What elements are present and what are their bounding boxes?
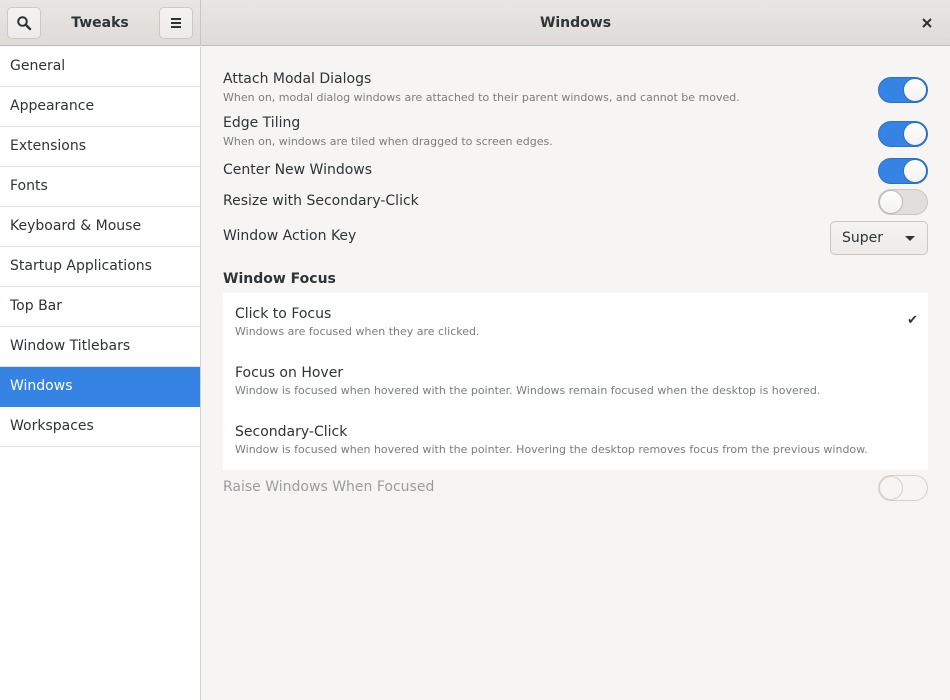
sidebar-item-appearance[interactable]: Appearance [0, 87, 200, 127]
edge-tiling-label: Edge Tiling [223, 115, 301, 131]
center-new-windows-label: Center New Windows [223, 162, 373, 178]
switch-knob [903, 78, 927, 102]
sidebar-item-extensions[interactable]: Extensions [0, 127, 200, 167]
page-title: Windows [539, 15, 612, 31]
sidebar-item-fonts[interactable]: Fonts [0, 167, 200, 207]
sidebar-item-top-bar[interactable]: Top Bar [0, 287, 200, 327]
attach-modal-dialogs-switch[interactable] [878, 77, 928, 103]
focus-option-click-to-focus[interactable]: Click to Focus Windows are focused when … [223, 293, 928, 352]
raise-windows-row: Raise Windows When Focused [223, 475, 928, 507]
window-action-key-label: Window Action Key [223, 228, 357, 244]
raise-windows-label: Raise Windows When Focused [223, 479, 435, 495]
focus-option-focus-on-hover[interactable]: Focus on Hover Window is focused when ho… [223, 352, 928, 411]
resize-secondary-click-switch[interactable] [878, 189, 928, 215]
switch-knob [879, 190, 903, 214]
attach-modal-dialogs-label: Attach Modal Dialogs [223, 71, 372, 87]
focus-option-description: Window is focused when hovered with the … [235, 443, 868, 456]
header-bar: Tweaks Windows [0, 0, 950, 46]
window-action-key-row: Window Action Key Super [223, 221, 928, 262]
sidebar-item-startup-applications[interactable]: Startup Applications [0, 247, 200, 287]
switch-knob [879, 476, 903, 500]
sidebar-item-general[interactable]: General [0, 47, 200, 87]
app-title: Tweaks [71, 15, 129, 31]
sidebar-header: Tweaks [0, 0, 201, 46]
sidebar: General Appearance Extensions Fonts Keyb… [0, 47, 201, 700]
edge-tiling-switch[interactable] [878, 121, 928, 147]
center-new-windows-row: Center New Windows [223, 158, 928, 190]
window-action-key-value: Super [842, 230, 884, 246]
sidebar-item-workspaces[interactable]: Workspaces [0, 407, 200, 447]
raise-windows-switch[interactable] [878, 475, 928, 501]
center-new-windows-switch[interactable] [878, 158, 928, 184]
edge-tiling-description: When on, windows are tiled when dragged … [223, 135, 553, 148]
hamburger-menu-icon [171, 18, 181, 28]
edge-tiling-row: Edge Tiling When on, windows are tiled w… [223, 115, 928, 155]
switch-knob [903, 159, 927, 183]
focus-option-title: Focus on Hover [235, 365, 344, 381]
window-focus-heading: Window Focus [223, 271, 336, 287]
search-button[interactable] [7, 7, 41, 39]
checkmark-icon: ✔ [907, 313, 918, 328]
focus-option-description: Windows are focused when they are clicke… [235, 325, 480, 338]
switch-knob [903, 122, 927, 146]
search-icon [17, 16, 32, 31]
window-action-key-dropdown[interactable]: Super [830, 221, 928, 255]
focus-option-title: Secondary-Click [235, 424, 348, 440]
window-focus-list: Click to Focus Windows are focused when … [223, 293, 928, 470]
dropdown-arrow-icon [905, 236, 915, 241]
focus-option-title: Click to Focus [235, 306, 332, 322]
menu-button[interactable] [159, 7, 193, 39]
sidebar-item-windows[interactable]: Windows [0, 367, 200, 407]
attach-modal-dialogs-row: Attach Modal Dialogs When on, modal dial… [223, 71, 928, 111]
sidebar-item-keyboard-mouse[interactable]: Keyboard & Mouse [0, 207, 200, 247]
focus-option-description: Window is focused when hovered with the … [235, 384, 821, 397]
close-button[interactable] [918, 14, 936, 32]
settings-panel: Attach Modal Dialogs When on, modal dial… [201, 47, 950, 700]
attach-modal-dialogs-description: When on, modal dialog windows are attach… [223, 91, 740, 104]
sidebar-item-window-titlebars[interactable]: Window Titlebars [0, 327, 200, 367]
resize-secondary-click-label: Resize with Secondary-Click [223, 193, 419, 209]
focus-option-secondary-click[interactable]: Secondary-Click Window is focused when h… [223, 411, 928, 470]
close-icon [922, 18, 932, 28]
resize-secondary-click-row: Resize with Secondary-Click [223, 189, 928, 221]
